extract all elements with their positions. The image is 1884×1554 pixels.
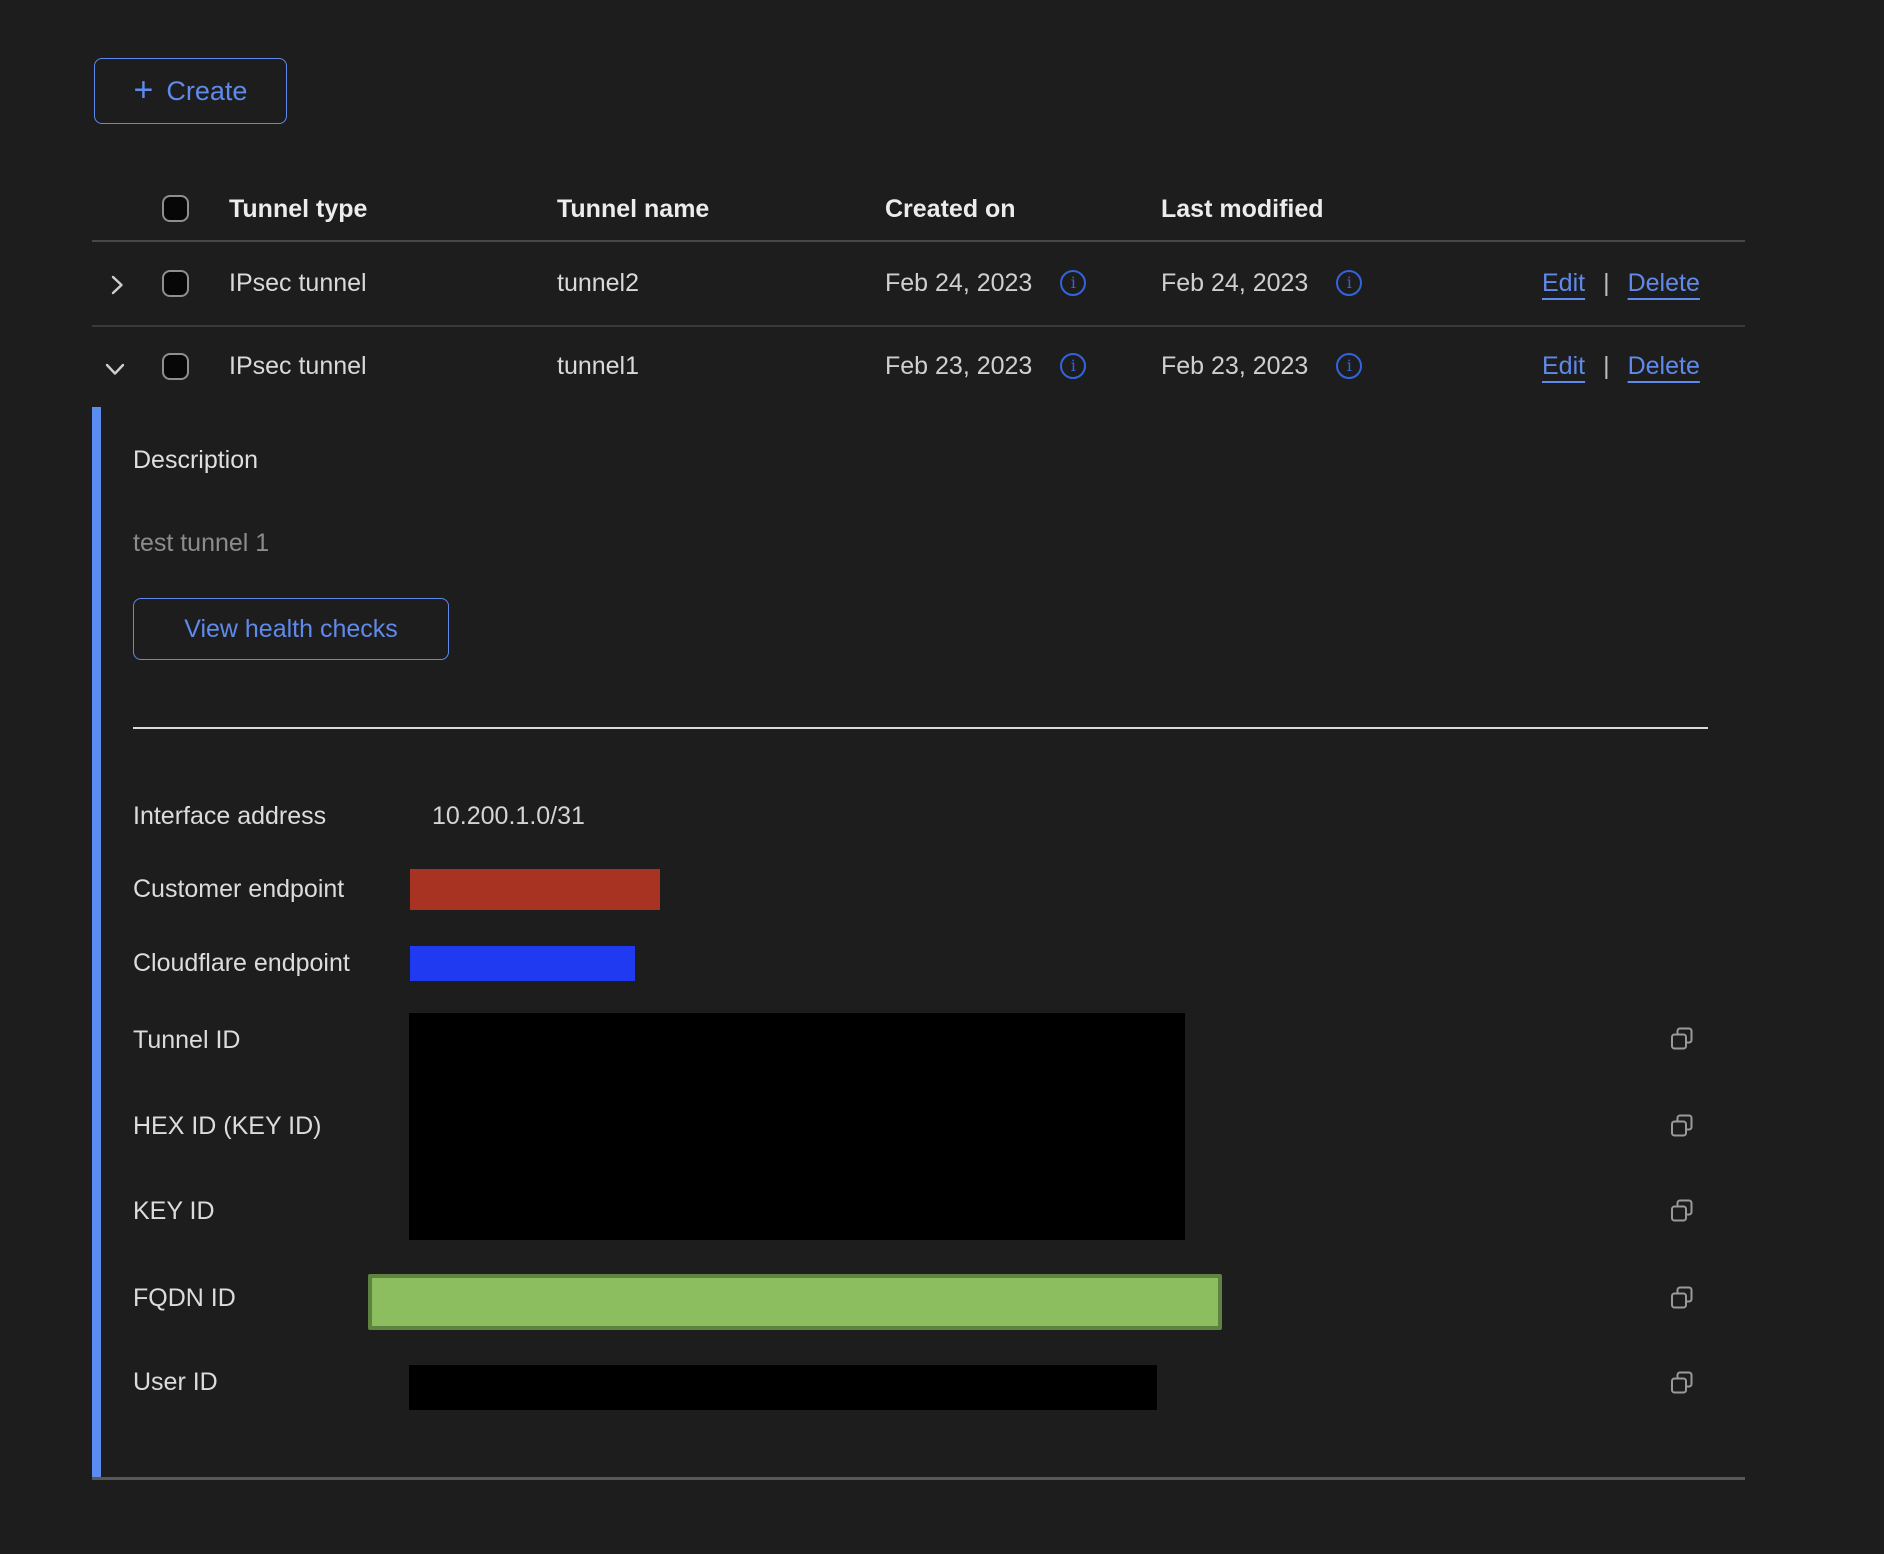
copy-icon <box>1668 1369 1696 1397</box>
actions-separator: | <box>1603 352 1610 381</box>
row-tunnel1-name: tunnel1 <box>557 352 639 380</box>
customer-endpoint-redaction <box>410 869 660 910</box>
info-glyph: i <box>1071 275 1076 291</box>
tunnels-page: + Create Tunnel type Tunnel name Created… <box>0 0 1884 1554</box>
info-glyph: i <box>1347 358 1352 374</box>
copy-key-id-button[interactable] <box>1668 1197 1696 1225</box>
column-header-last-modified: Last modified <box>1161 195 1324 223</box>
row-tunnel2-type: IPsec tunnel <box>229 269 367 297</box>
created-on-date: Feb 24, 2023 <box>885 269 1032 298</box>
cloudflare-endpoint-redaction <box>410 946 635 981</box>
fqdn-id-redaction <box>368 1274 1222 1330</box>
copy-icon <box>1668 1112 1696 1140</box>
user-id-label: User ID <box>133 1368 218 1396</box>
tunnel-id-label: Tunnel ID <box>133 1026 240 1054</box>
description-value: test tunnel 1 <box>133 529 269 557</box>
ids-redaction <box>409 1013 1185 1240</box>
chevron-down-icon <box>101 355 129 383</box>
customer-endpoint-label: Customer endpoint <box>133 875 344 903</box>
delete-link[interactable]: Delete <box>1628 269 1700 298</box>
copy-icon <box>1668 1197 1696 1225</box>
row-tunnel1-actions: Edit | Delete <box>1542 351 1700 381</box>
section-divider <box>133 727 1708 729</box>
row-divider <box>92 325 1745 327</box>
view-health-checks-button[interactable]: View health checks <box>133 598 449 660</box>
collapse-row-tunnel1-button[interactable] <box>101 354 131 384</box>
copy-tunnel-id-button[interactable] <box>1668 1025 1696 1053</box>
copy-user-id-button[interactable] <box>1668 1369 1696 1397</box>
row-tunnel2-actions: Edit | Delete <box>1542 268 1700 298</box>
row-tunnel2-last-modified: Feb 24, 2023 i <box>1161 268 1362 298</box>
info-icon[interactable]: i <box>1060 353 1086 379</box>
select-all-checkbox[interactable] <box>162 195 189 222</box>
row-tunnel1-created-on: Feb 23, 2023 i <box>885 351 1086 381</box>
info-icon[interactable]: i <box>1336 270 1362 296</box>
column-header-created-on: Created on <box>885 195 1016 223</box>
create-button-label: Create <box>166 76 247 107</box>
info-glyph: i <box>1347 275 1352 291</box>
create-button[interactable]: + Create <box>94 58 287 124</box>
info-icon[interactable]: i <box>1336 353 1362 379</box>
description-label: Description <box>133 446 258 474</box>
interface-address-label: Interface address <box>133 802 326 830</box>
edit-link[interactable]: Edit <box>1542 352 1585 381</box>
plus-icon: + <box>134 73 154 107</box>
hex-id-label: HEX ID (KEY ID) <box>133 1112 321 1140</box>
info-glyph: i <box>1071 358 1076 374</box>
actions-separator: | <box>1603 269 1610 298</box>
user-id-redaction <box>409 1365 1157 1410</box>
row-tunnel2-created-on: Feb 24, 2023 i <box>885 268 1086 298</box>
interface-address-value: 10.200.1.0/31 <box>432 802 585 830</box>
delete-link[interactable]: Delete <box>1628 352 1700 381</box>
key-id-label: KEY ID <box>133 1197 215 1225</box>
copy-icon <box>1668 1284 1696 1312</box>
row-tunnel1-last-modified: Feb 23, 2023 i <box>1161 351 1362 381</box>
info-icon[interactable]: i <box>1060 270 1086 296</box>
last-modified-date: Feb 24, 2023 <box>1161 269 1308 298</box>
last-modified-date: Feb 23, 2023 <box>1161 352 1308 381</box>
header-divider <box>92 240 1745 242</box>
fqdn-id-label: FQDN ID <box>133 1284 236 1312</box>
chevron-right-icon <box>103 271 131 299</box>
copy-hex-id-button[interactable] <box>1668 1112 1696 1140</box>
expand-row-tunnel2-button[interactable] <box>103 270 133 300</box>
row-tunnel1-checkbox[interactable] <box>162 353 189 380</box>
column-header-tunnel-type: Tunnel type <box>229 195 367 223</box>
row-tunnel2-checkbox[interactable] <box>162 270 189 297</box>
expanded-row-indicator-bar <box>92 407 101 1477</box>
row-tunnel1-type: IPsec tunnel <box>229 352 367 380</box>
cloudflare-endpoint-label: Cloudflare endpoint <box>133 949 350 977</box>
copy-icon <box>1668 1025 1696 1053</box>
created-on-date: Feb 23, 2023 <box>885 352 1032 381</box>
column-header-tunnel-name: Tunnel name <box>557 195 709 223</box>
copy-fqdn-id-button[interactable] <box>1668 1284 1696 1312</box>
row-tunnel2-name: tunnel2 <box>557 269 639 297</box>
table-bottom-border <box>92 1477 1745 1480</box>
edit-link[interactable]: Edit <box>1542 269 1585 298</box>
